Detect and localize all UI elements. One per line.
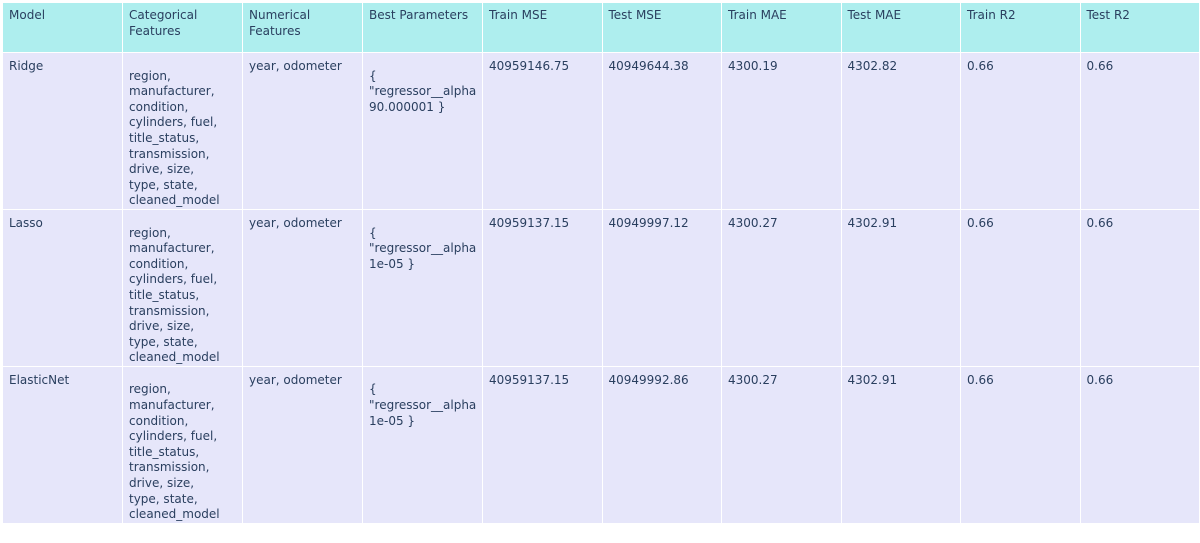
cell-model: Ridge	[2, 52, 123, 210]
header-train-mae: Train MAE	[721, 2, 842, 53]
cell-test-mae: 4302.91	[840, 365, 961, 524]
cell-test-r2: 0.66	[1079, 52, 1200, 210]
cell-train-mae: 4300.27	[721, 208, 842, 367]
cell-train-mae: 4300.27	[721, 365, 842, 524]
cell-categorical-features: region, manufacturer, condition, cylinde…	[122, 208, 243, 367]
header-train-r2: Train R2	[960, 2, 1081, 53]
cell-model: Lasso	[2, 208, 123, 367]
cell-train-mse: 40959137.15	[482, 365, 603, 524]
header-categorical-features: Categorical Features	[122, 2, 243, 53]
cell-test-r2: 0.66	[1079, 365, 1200, 524]
cell-best-parameters: { "regressor__alpha 1e-05 }	[362, 208, 483, 367]
header-test-r2: Test R2	[1079, 2, 1200, 53]
results-table-container: Model Categorical Features Numerical Fea…	[2, 2, 1200, 524]
table-row: Ridge region, manufacturer, condition, c…	[2, 52, 1200, 210]
cell-model: ElasticNet	[2, 365, 123, 524]
cell-test-mae: 4302.82	[840, 52, 961, 210]
cell-best-parameters: { "regressor__alpha 90.000001 }	[362, 52, 483, 210]
cell-test-mse: 40949997.12	[601, 208, 722, 367]
header-best-parameters: Best Parameters	[362, 2, 483, 53]
table-row: ElasticNet region, manufacturer, conditi…	[2, 365, 1200, 524]
cell-test-mse: 40949644.38	[601, 52, 722, 210]
header-test-mae: Test MAE	[840, 2, 961, 53]
cell-train-mse: 40959146.75	[482, 52, 603, 210]
header-test-mse: Test MSE	[601, 2, 722, 53]
cell-train-r2: 0.66	[960, 365, 1081, 524]
cell-categorical-features: region, manufacturer, condition, cylinde…	[122, 52, 243, 210]
table-row: Lasso region, manufacturer, condition, c…	[2, 208, 1200, 367]
cell-train-r2: 0.66	[960, 52, 1081, 210]
header-row: Model Categorical Features Numerical Fea…	[2, 2, 1200, 53]
header-train-mse: Train MSE	[482, 2, 603, 53]
header-numerical-features: Numerical Features	[242, 2, 363, 53]
cell-test-r2: 0.66	[1079, 208, 1200, 367]
cell-train-r2: 0.66	[960, 208, 1081, 367]
header-model: Model	[2, 2, 123, 53]
results-table: Model Categorical Features Numerical Fea…	[2, 2, 1200, 524]
cell-numerical-features: year, odometer	[242, 208, 363, 367]
cell-test-mae: 4302.91	[840, 208, 961, 367]
cell-numerical-features: year, odometer	[242, 365, 363, 524]
cell-best-parameters: { "regressor__alpha 1e-05 }	[362, 365, 483, 524]
cell-numerical-features: year, odometer	[242, 52, 363, 210]
cell-train-mse: 40959137.15	[482, 208, 603, 367]
cell-categorical-features: region, manufacturer, condition, cylinde…	[122, 365, 243, 524]
cell-test-mse: 40949992.86	[601, 365, 722, 524]
cell-train-mae: 4300.19	[721, 52, 842, 210]
